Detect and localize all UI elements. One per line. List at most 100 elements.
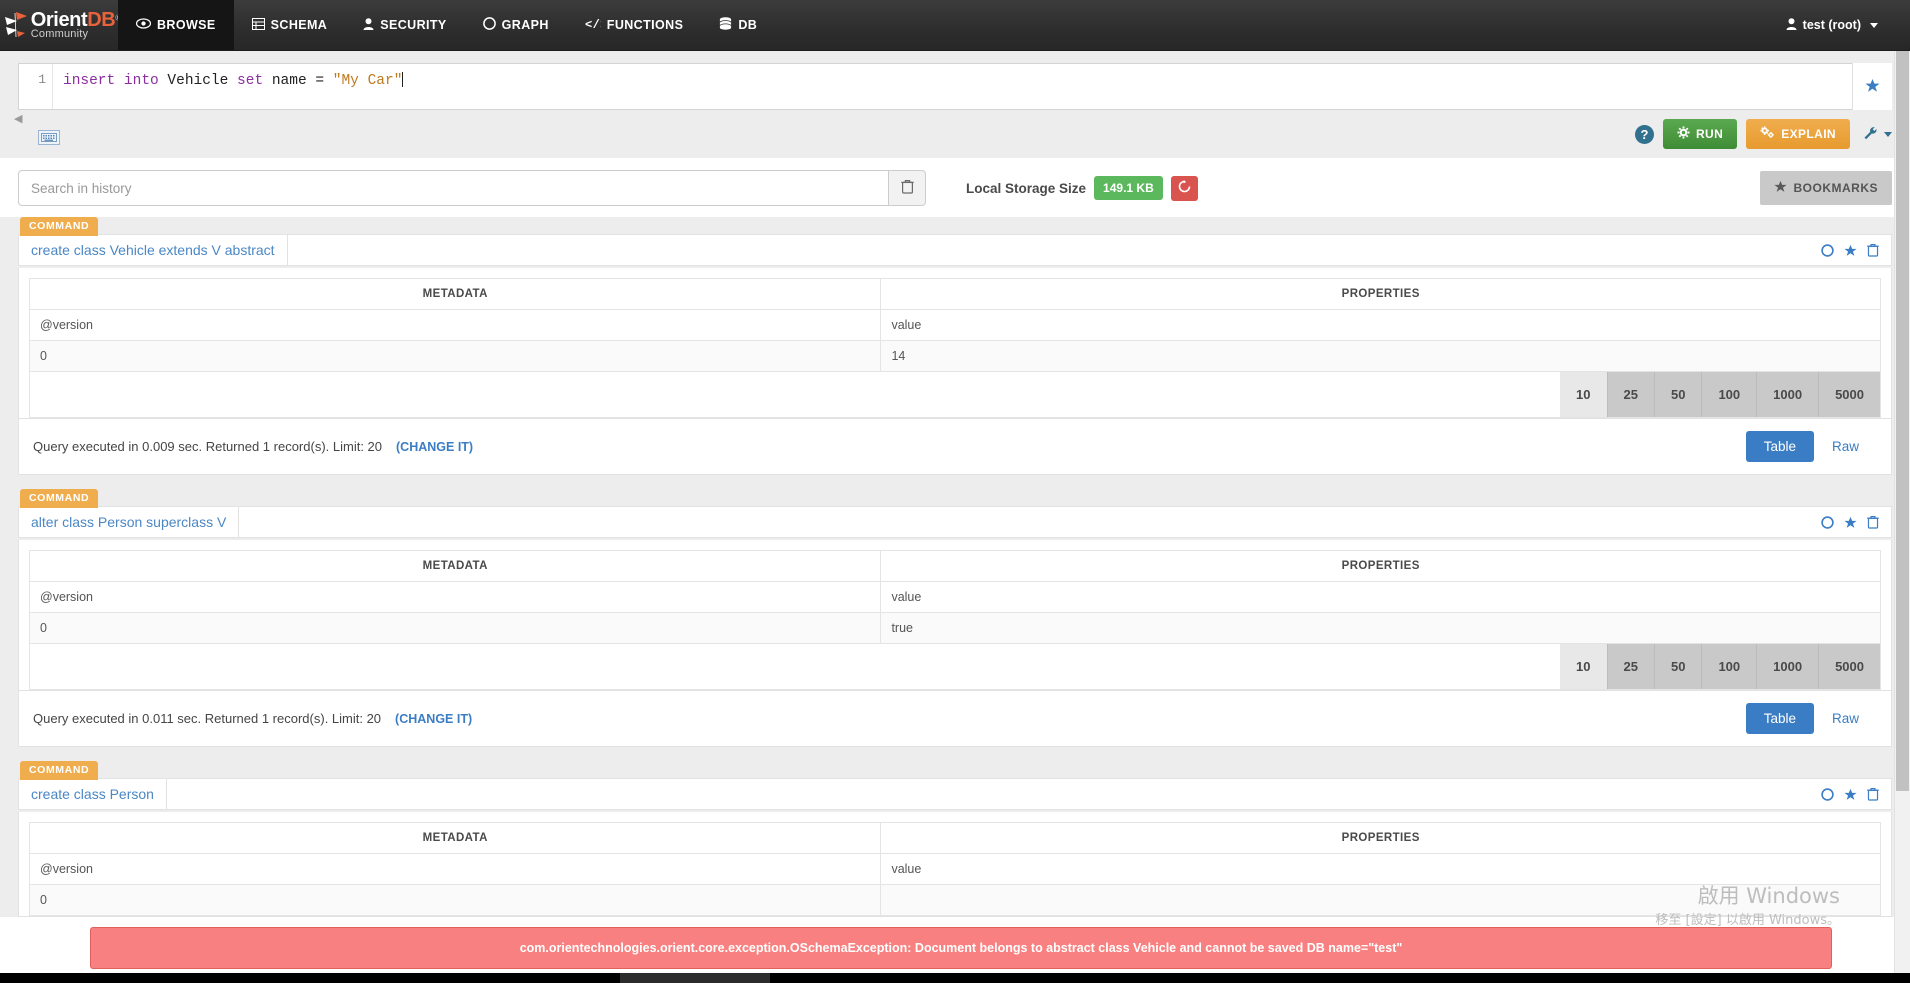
result-block-header: create class Person [18,778,1892,810]
cell-property-value: true [880,612,1881,644]
circle-icon[interactable] [1821,515,1834,529]
nav-item-db[interactable]: DB [701,0,775,50]
resize-handle-icon[interactable]: ◀ [14,114,22,125]
result-type-badge: COMMAND [20,489,99,508]
gear-icon [1677,126,1690,142]
cell-property-key: value [880,309,1881,341]
table-pager-row: 10 25 50 100 1000 5000 [29,371,1881,418]
pager-cell: 10 25 50 100 1000 5000 [29,643,1881,690]
star-icon[interactable] [1844,516,1857,529]
explain-button[interactable]: EXPLAIN [1746,119,1850,149]
page-size-50[interactable]: 50 [1654,644,1703,689]
view-mode-table[interactable]: Table [1745,431,1814,462]
page-size-10[interactable]: 10 [1560,372,1608,417]
nav-item-security[interactable]: SECURITY [345,0,464,50]
keyboard-icon[interactable] [38,130,60,145]
chevron-down-icon [1884,131,1892,137]
page-size-5000[interactable]: 5000 [1819,644,1880,689]
history-bar: Local Storage Size 149.1 KB BOOKMARKS [0,158,1910,217]
result-command-text[interactable]: alter class Person superclass V [19,507,240,537]
result-table: METADATA PROPERTIES @version value 0 [28,822,1881,916]
table-header-row: METADATA PROPERTIES [28,822,1881,854]
column-header-properties: PROPERTIES [880,822,1881,854]
user-menu[interactable]: test (root) [1786,17,1878,33]
nav-item-graph[interactable]: GRAPH [465,0,567,50]
nav-item-schema[interactable]: SCHEMA [234,0,346,50]
editor-line-number: 1 [19,64,53,109]
sql-token-identifier-2: name = [271,73,333,89]
nav-item-schema-label: SCHEMA [270,18,328,32]
page-size-1000[interactable]: 1000 [1757,644,1820,689]
query-editor[interactable]: 1 insert into Vehicle set name = "My Car… [18,63,1892,110]
navbar-right: test (root) [1786,0,1910,50]
page-size-100[interactable]: 100 [1702,372,1758,417]
result-block-header: create class Vehicle extends V abstract [18,234,1892,266]
sql-token-keyword-2: set [237,73,272,89]
local-storage-info: Local Storage Size 149.1 KB [966,175,1198,201]
nav-item-security-label: SECURITY [380,18,447,32]
trash-icon[interactable] [1867,787,1879,801]
refresh-storage-button[interactable] [1170,175,1198,201]
result-block-header: alter class Person superclass V [18,506,1892,538]
editor-toolbar: ◀ ? RUN EXPLAIN [0,110,1910,158]
table-header-row: METADATA PROPERTIES [28,550,1881,582]
change-limit-link[interactable]: (CHANGE IT) [396,440,473,454]
table-icon [251,17,265,33]
view-mode-raw[interactable]: Raw [1814,703,1877,734]
nav-item-functions-label: FUNCTIONS [606,18,684,32]
nav-item-functions[interactable]: </> FUNCTIONS [567,0,702,50]
page-size-1000[interactable]: 1000 [1757,372,1820,417]
result-command-text[interactable]: create class Vehicle extends V abstract [19,235,288,265]
error-alert: com.orientechnologies.orient.core.except… [90,927,1832,969]
view-mode-toggle: Table Raw [1745,431,1877,462]
run-button-label: RUN [1695,127,1724,141]
refresh-icon [1178,180,1191,196]
view-mode-toggle: Table Raw [1745,703,1877,734]
star-icon[interactable] [1844,788,1857,801]
view-mode-raw[interactable]: Raw [1814,431,1877,462]
search-input[interactable] [18,170,888,206]
cell-metadata-key: @version [28,581,882,613]
page-scrollbar[interactable] [1894,51,1910,983]
result-command-text[interactable]: create class Person [19,779,167,809]
orientdb-logo-icon [3,10,29,40]
cell-property-key: value [880,581,1881,613]
help-icon[interactable]: ? [1634,124,1654,144]
nav-item-browse[interactable]: BROWSE [118,0,234,50]
trash-icon[interactable] [1867,515,1879,529]
change-limit-link[interactable]: (CHANGE IT) [395,712,472,726]
result-block-footer: Query executed in 0.011 sec. Returned 1 … [18,691,1892,747]
explain-button-label: EXPLAIN [1781,127,1836,141]
run-button[interactable]: RUN [1662,119,1738,149]
brand-logo[interactable]: OrientDB® Community [0,0,121,50]
code-icon: </> [585,18,607,33]
page-size-10[interactable]: 10 [1560,644,1608,689]
page-size-25[interactable]: 25 [1607,372,1655,417]
clear-history-button[interactable] [888,170,926,206]
taskbar-active-window[interactable] [620,973,770,983]
scrollbar-thumb[interactable] [1896,51,1909,791]
cell-metadata-value: 0 [28,884,882,916]
bookmark-query-button[interactable] [1852,63,1892,110]
editor-code-line[interactable]: insert into Vehicle set name = "My Car" [53,64,404,109]
database-icon [719,17,732,33]
bookmarks-button[interactable]: BOOKMARKS [1759,171,1892,205]
block-separator [0,475,1910,489]
page-size-50[interactable]: 50 [1654,372,1703,417]
column-header-properties: PROPERTIES [880,550,1881,582]
settings-menu[interactable] [1859,126,1892,143]
page-size-25[interactable]: 25 [1607,644,1655,689]
cell-property-key: value [880,853,1881,885]
history-search-group [18,170,926,206]
page-size-100[interactable]: 100 [1702,644,1758,689]
top-navbar: OrientDB® Community BROWSE SCHEMA [0,0,1910,51]
table-header-row: METADATA PROPERTIES [28,278,1881,310]
trash-icon[interactable] [1867,243,1879,257]
circle-icon[interactable] [1821,787,1834,801]
result-type-badge: COMMAND [20,761,99,780]
column-header-metadata: METADATA [28,822,882,854]
circle-icon[interactable] [1821,243,1834,257]
view-mode-table[interactable]: Table [1745,703,1814,734]
page-size-5000[interactable]: 5000 [1819,372,1880,417]
star-icon[interactable] [1844,244,1857,257]
